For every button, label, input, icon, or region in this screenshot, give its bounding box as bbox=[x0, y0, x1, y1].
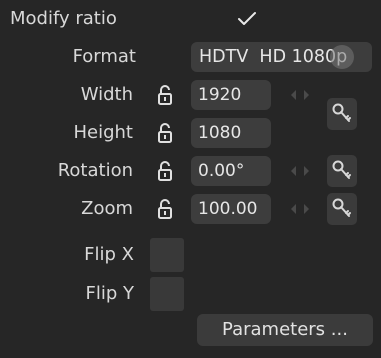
height-label: Height bbox=[73, 122, 133, 143]
key-icon bbox=[332, 198, 351, 217]
rotation-arrows-icon[interactable] bbox=[289, 165, 311, 177]
parameters-button[interactable]: Parameters ... bbox=[197, 314, 373, 346]
rotation-lock-icon[interactable] bbox=[155, 160, 175, 182]
width-arrows-icon[interactable] bbox=[289, 89, 311, 101]
modify-ratio-checkbox[interactable] bbox=[236, 10, 258, 28]
zoom-input[interactable]: 100.00 bbox=[191, 194, 271, 224]
zoom-lock-icon[interactable] bbox=[155, 198, 175, 220]
key-icon bbox=[332, 103, 351, 122]
format-label: Format bbox=[72, 46, 136, 67]
size-key-button[interactable] bbox=[327, 98, 357, 130]
checkmark-icon bbox=[238, 12, 256, 25]
rotation-key-button[interactable] bbox=[327, 155, 357, 187]
zoom-label: Zoom bbox=[81, 198, 133, 219]
flip-y-checkbox[interactable] bbox=[150, 277, 184, 311]
modify-ratio-label: Modify ratio bbox=[10, 8, 117, 29]
rotation-label: Rotation bbox=[57, 160, 133, 181]
width-label: Width bbox=[80, 84, 133, 105]
width-lock-icon[interactable] bbox=[155, 84, 175, 106]
format-select-value: HDTV HD 1080p bbox=[199, 47, 348, 67]
zoom-arrows-icon[interactable] bbox=[289, 203, 311, 215]
zoom-key-button[interactable] bbox=[327, 193, 357, 225]
flip-y-label: Flip Y bbox=[85, 283, 135, 304]
transform-panel: Modify ratio Format HDTV HD 1080p Width … bbox=[0, 0, 381, 358]
flip-x-label: Flip X bbox=[84, 244, 134, 265]
rotation-input[interactable]: 0.00° bbox=[191, 156, 271, 186]
circle-dropdown-icon[interactable] bbox=[330, 45, 354, 69]
height-lock-icon[interactable] bbox=[155, 122, 175, 144]
height-input[interactable]: 1080 bbox=[191, 118, 271, 148]
key-icon bbox=[332, 160, 351, 179]
width-input[interactable]: 1920 bbox=[191, 80, 271, 110]
flip-x-checkbox[interactable] bbox=[150, 238, 184, 272]
